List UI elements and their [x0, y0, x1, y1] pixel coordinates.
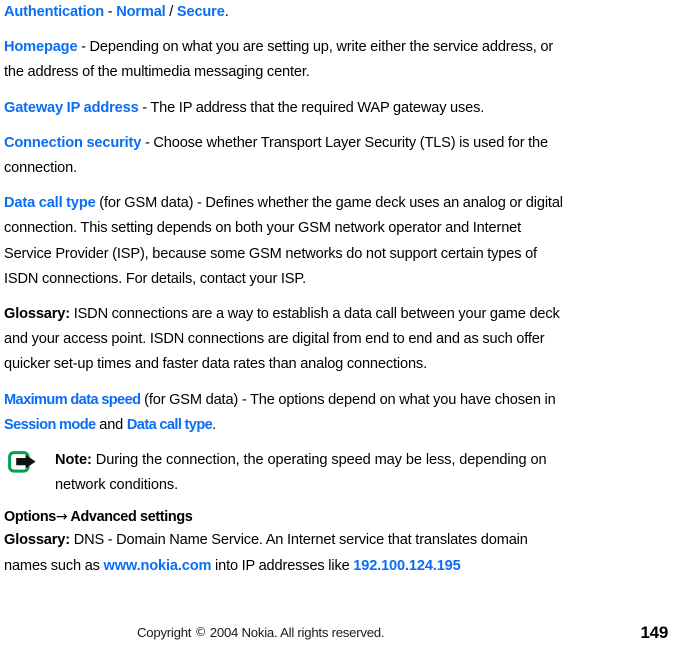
term-data-call-type-ref: Data call type: [126, 416, 213, 433]
homepage-text: - Depending on what you are setting up, …: [4, 39, 554, 81]
note-callout: Note: During the connection, the operati…: [4, 448, 568, 498]
paragraph-data-call-type: Data call type (for GSM data) - Defines …: [4, 191, 568, 292]
options-path-heading: Options→ Advanced settings: [4, 507, 568, 528]
gateway-text: - The IP address that the required WAP g…: [138, 99, 485, 116]
copyright-notice: Copyright © 2004 Nokia. All rights reser…: [137, 625, 385, 640]
term-session-mode: Session mode: [4, 416, 96, 433]
term-maximum-data-speed: Maximum data speed: [4, 391, 141, 408]
page-number: 149: [640, 623, 669, 642]
page-footer: Copyright © 2004 Nokia. All rights reser…: [0, 623, 676, 645]
glossary-isdn-text: ISDN connections are a way to establish …: [4, 306, 560, 373]
note-text-container: Note: During the connection, the operati…: [55, 448, 568, 498]
option-secure: Secure: [176, 4, 225, 20]
term-data-call-type: Data call type: [4, 195, 96, 212]
page-content: Authentication - Normal / Secure. Homepa…: [4, 0, 568, 579]
advanced-settings-label: Advanced settings: [67, 509, 193, 526]
paragraph-glossary-dns: Glossary: DNS - Domain Name Service. An …: [4, 528, 568, 578]
paragraph-connection-security: Connection security - Choose whether Tra…: [4, 131, 568, 181]
right-arrow-icon: →: [55, 509, 68, 526]
authentication-dash: -: [104, 4, 117, 20]
maximum-data-speed-text-3: .: [212, 416, 217, 433]
paragraph-maximum-data-speed: Maximum data speed (for GSM data) - The …: [4, 388, 568, 438]
paragraph-gateway-ip-address: Gateway IP address - The IP address that…: [4, 96, 568, 121]
authentication-period: .: [224, 4, 229, 20]
paragraph-homepage: Homepage - Depending on what you are set…: [4, 35, 568, 85]
paragraph-glossary-isdn: Glossary: ISDN connections are a way to …: [4, 302, 568, 378]
note-text: During the connection, the operating spe…: [55, 452, 547, 494]
nokia-note-arrow-icon: [8, 451, 38, 477]
glossary-isdn-label: Glossary:: [4, 306, 70, 323]
authentication-separator: /: [165, 4, 177, 20]
term-gateway-ip-address: Gateway IP address: [4, 99, 139, 116]
copyright-symbol-icon: ©: [194, 625, 207, 639]
link-nokia-website[interactable]: www.nokia.com: [104, 558, 212, 574]
option-normal: Normal: [116, 4, 166, 20]
maximum-data-speed-text-2: and: [95, 416, 127, 433]
maximum-data-speed-text-1: (for GSM data) - The options depend on w…: [140, 391, 556, 408]
paragraph-authentication: Authentication - Normal / Secure.: [4, 0, 568, 25]
copyright-prefix: Copyright: [137, 625, 195, 640]
term-homepage: Homepage: [4, 39, 78, 56]
term-authentication: Authentication: [4, 4, 105, 20]
glossary-dns-label: Glossary:: [4, 532, 70, 549]
note-label: Note:: [55, 452, 92, 469]
document-page: Authentication - Normal / Secure. Homepa…: [0, 0, 676, 645]
options-label: Options: [4, 509, 56, 526]
example-ip-address: 192.100.124.195: [353, 557, 461, 574]
copyright-suffix: 2004 Nokia. All rights reserved.: [206, 625, 385, 640]
glossary-dns-text-2: into IP addresses like: [211, 557, 354, 574]
term-connection-security: Connection security: [4, 134, 142, 151]
